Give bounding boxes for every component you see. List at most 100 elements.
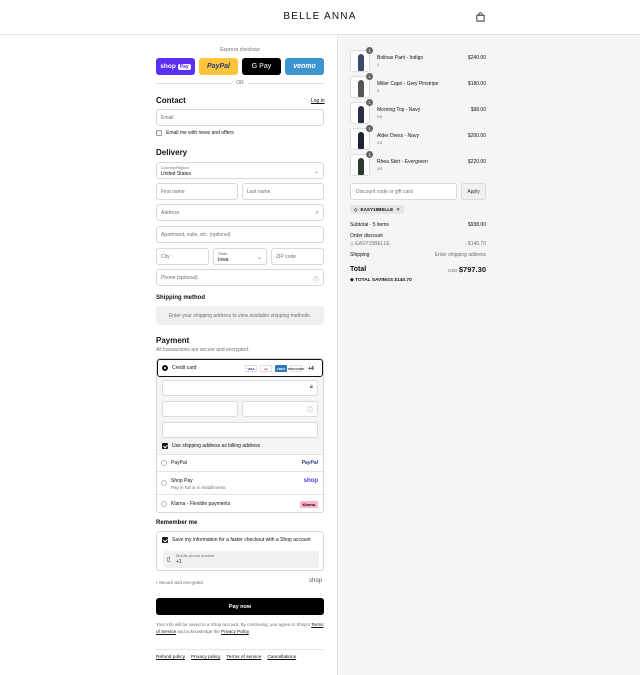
brand-logo[interactable]: BELLE ANNA (0, 11, 640, 22)
visa-icon: VISA (245, 365, 257, 372)
subtotal-row: Subtotal · 5 items $938.00 (350, 222, 486, 228)
lock-icon: ▪ (156, 580, 158, 585)
phone-icon: ▯ (167, 557, 171, 563)
paypal-logo: PayPal (301, 460, 318, 466)
remember-me-box: Save my information for a faster checkou… (156, 531, 324, 571)
privacy-link[interactable]: Privacy Policy (221, 629, 249, 634)
newsletter-checkbox-row[interactable]: Email me with news and offers (156, 130, 234, 136)
terms-of-service-link[interactable]: Terms of service (226, 655, 261, 660)
discount-code-field[interactable]: Discount code or gift card (350, 183, 457, 200)
billing-same-row[interactable]: Use shipping address as billing address (162, 443, 260, 449)
contact-title: Contact (156, 96, 186, 105)
express-buttons: shop Pay PayPal G Pay venmo (156, 58, 324, 75)
cart-item: 1 Bolinas Pant - Indigo 2 $240.00 (350, 47, 486, 72)
tag-icon: ◇ (350, 241, 354, 247)
shopping-bag-icon[interactable] (476, 12, 485, 22)
klarna-logo: Klarna. (300, 501, 318, 508)
privacy-policy-link[interactable]: Privacy policy (191, 655, 220, 660)
last-name-field[interactable]: Last name (242, 183, 324, 200)
shop-pay-option[interactable]: Shop Pay Pay in full or in installments … (157, 473, 323, 495)
apply-button[interactable]: Apply (461, 183, 486, 200)
card-brands: VISA ●● AMEX DISCOVER +4 (245, 365, 317, 372)
checkout-form: Express checkout shop Pay PayPal G Pay ve… (0, 35, 337, 675)
refund-policy-link[interactable]: Refund policy (156, 655, 185, 660)
secure-note: ▪ Secure and encrypted (156, 580, 203, 585)
card-number-field[interactable]: 🔒︎ (162, 380, 318, 396)
delivery-title: Delivery (156, 148, 188, 157)
email-field[interactable]: Email (156, 109, 324, 126)
shipping-method-placeholder: Enter your shipping address to view avai… (156, 306, 324, 325)
city-field[interactable]: City (156, 248, 209, 265)
chevron-down-icon: ⌄ (313, 169, 319, 175)
apartment-field[interactable]: Apartment, suite, etc. (optional) (156, 226, 324, 243)
quantity-badge: 1 (366, 73, 373, 80)
quantity-badge: 1 (366, 125, 373, 132)
paypal-radio[interactable] (161, 460, 167, 466)
cancellations-link[interactable]: Cancellations (267, 655, 296, 660)
cart-item: 1 Alder Dress - Navy XS $200.00 (350, 125, 486, 150)
klarna-option[interactable]: Klarna - Flexible payments Klarna. (157, 496, 323, 512)
help-icon[interactable]: ⓘ (313, 275, 319, 284)
mobile-phone-field[interactable]: ▯ Mobile phone number +1 (163, 551, 319, 568)
payment-subtitle: All transactions are secure and encrypte… (156, 347, 250, 353)
save-info-row[interactable]: Save my information for a faster checkou… (162, 537, 311, 543)
savings-icon: ◈ (350, 278, 354, 283)
first-name-field[interactable]: First name (156, 183, 238, 200)
save-info-checkbox[interactable] (162, 537, 168, 543)
quantity-badge: 1 (366, 47, 373, 54)
newsletter-label: Email me with news and offers (166, 130, 234, 136)
quantity-badge: 1 (366, 99, 373, 106)
close-icon[interactable]: ✕ (396, 207, 400, 213)
legal-text: Your info will be saved to a Shop accoun… (156, 622, 324, 634)
billing-same-checkbox[interactable] (162, 443, 168, 449)
help-icon[interactable]: ⓘ (307, 405, 313, 414)
login-link[interactable]: Log in (311, 98, 325, 104)
lock-icon: 🔒︎ (309, 384, 313, 390)
shipping-method-title: Shipping method (156, 295, 205, 301)
payment-methods: Credit card VISA ●● AMEX DISCOVER +4 🔒︎ … (156, 358, 324, 513)
expiration-field[interactable] (162, 401, 238, 417)
state-select[interactable]: State Iowa ⌄ (213, 248, 267, 265)
amex-icon: AMEX (275, 365, 287, 372)
total-row: Total USD $797.30 (350, 265, 486, 274)
newsletter-checkbox[interactable] (156, 130, 162, 136)
credit-card-option[interactable]: Credit card VISA ●● AMEX DISCOVER +4 (157, 359, 323, 377)
cart-item: 1 Miller Capri - Grey Pinstripe 0 $180.0… (350, 73, 486, 98)
venmo-button[interactable]: venmo (285, 58, 324, 75)
pay-now-button[interactable]: Pay now (156, 598, 324, 615)
phone-field[interactable]: Phone (optional) ⓘ (156, 269, 324, 286)
shop-pay-button[interactable]: shop Pay (156, 58, 195, 75)
order-discount-label: Order discount (350, 233, 383, 239)
credit-card-form: 🔒︎ ⓘ Use shipping address as billing add… (157, 377, 323, 455)
applied-discount-tag: ◇ EASY15BELLE ✕ (350, 205, 405, 214)
cart-item: 1 Morning Top - Navy XS $98.00 (350, 99, 486, 124)
remember-me-title: Remember me (156, 520, 198, 526)
shop-pay-radio[interactable] (161, 480, 167, 486)
paypal-button[interactable]: PayPal (199, 58, 238, 75)
order-summary: 1 Bolinas Pant - Indigo 2 $240.00 1 Mill… (337, 35, 640, 675)
zip-field[interactable]: ZIP code (271, 248, 324, 265)
shop-logo: shop (303, 478, 318, 484)
cart-item: 1 Rhea Skirt - Evergreen XS $220.00 (350, 151, 486, 176)
payment-title: Payment (156, 336, 190, 345)
express-checkout-label: Express checkout (220, 47, 260, 53)
footer-links: Refund policy Privacy policy Terms of se… (156, 655, 296, 660)
country-select[interactable]: Country/Region United States ⌄ (156, 162, 324, 179)
tag-icon: ◇ (354, 206, 358, 212)
total-savings-row: ◈ TOTAL SAVINGS $140.70 (350, 278, 412, 283)
address-field[interactable]: Address ⌕ (156, 204, 324, 221)
shop-logo: shop (309, 578, 323, 584)
paypal-option[interactable]: PayPal PayPal (157, 455, 323, 472)
search-icon: ⌕ (315, 210, 319, 216)
security-code-field[interactable]: ⓘ (242, 401, 318, 417)
name-on-card-field[interactable] (162, 422, 318, 438)
credit-card-radio[interactable] (162, 365, 168, 371)
or-divider: OR (156, 80, 324, 87)
more-cards-badge: +4 (308, 365, 314, 372)
klarna-radio[interactable] (161, 501, 167, 507)
google-pay-button[interactable]: G Pay (242, 58, 281, 75)
mastercard-icon: ●● (260, 365, 272, 372)
chevron-down-icon: ⌄ (256, 255, 262, 261)
discover-icon: DISCOVER (288, 365, 304, 372)
header: BELLE ANNA (0, 0, 640, 35)
